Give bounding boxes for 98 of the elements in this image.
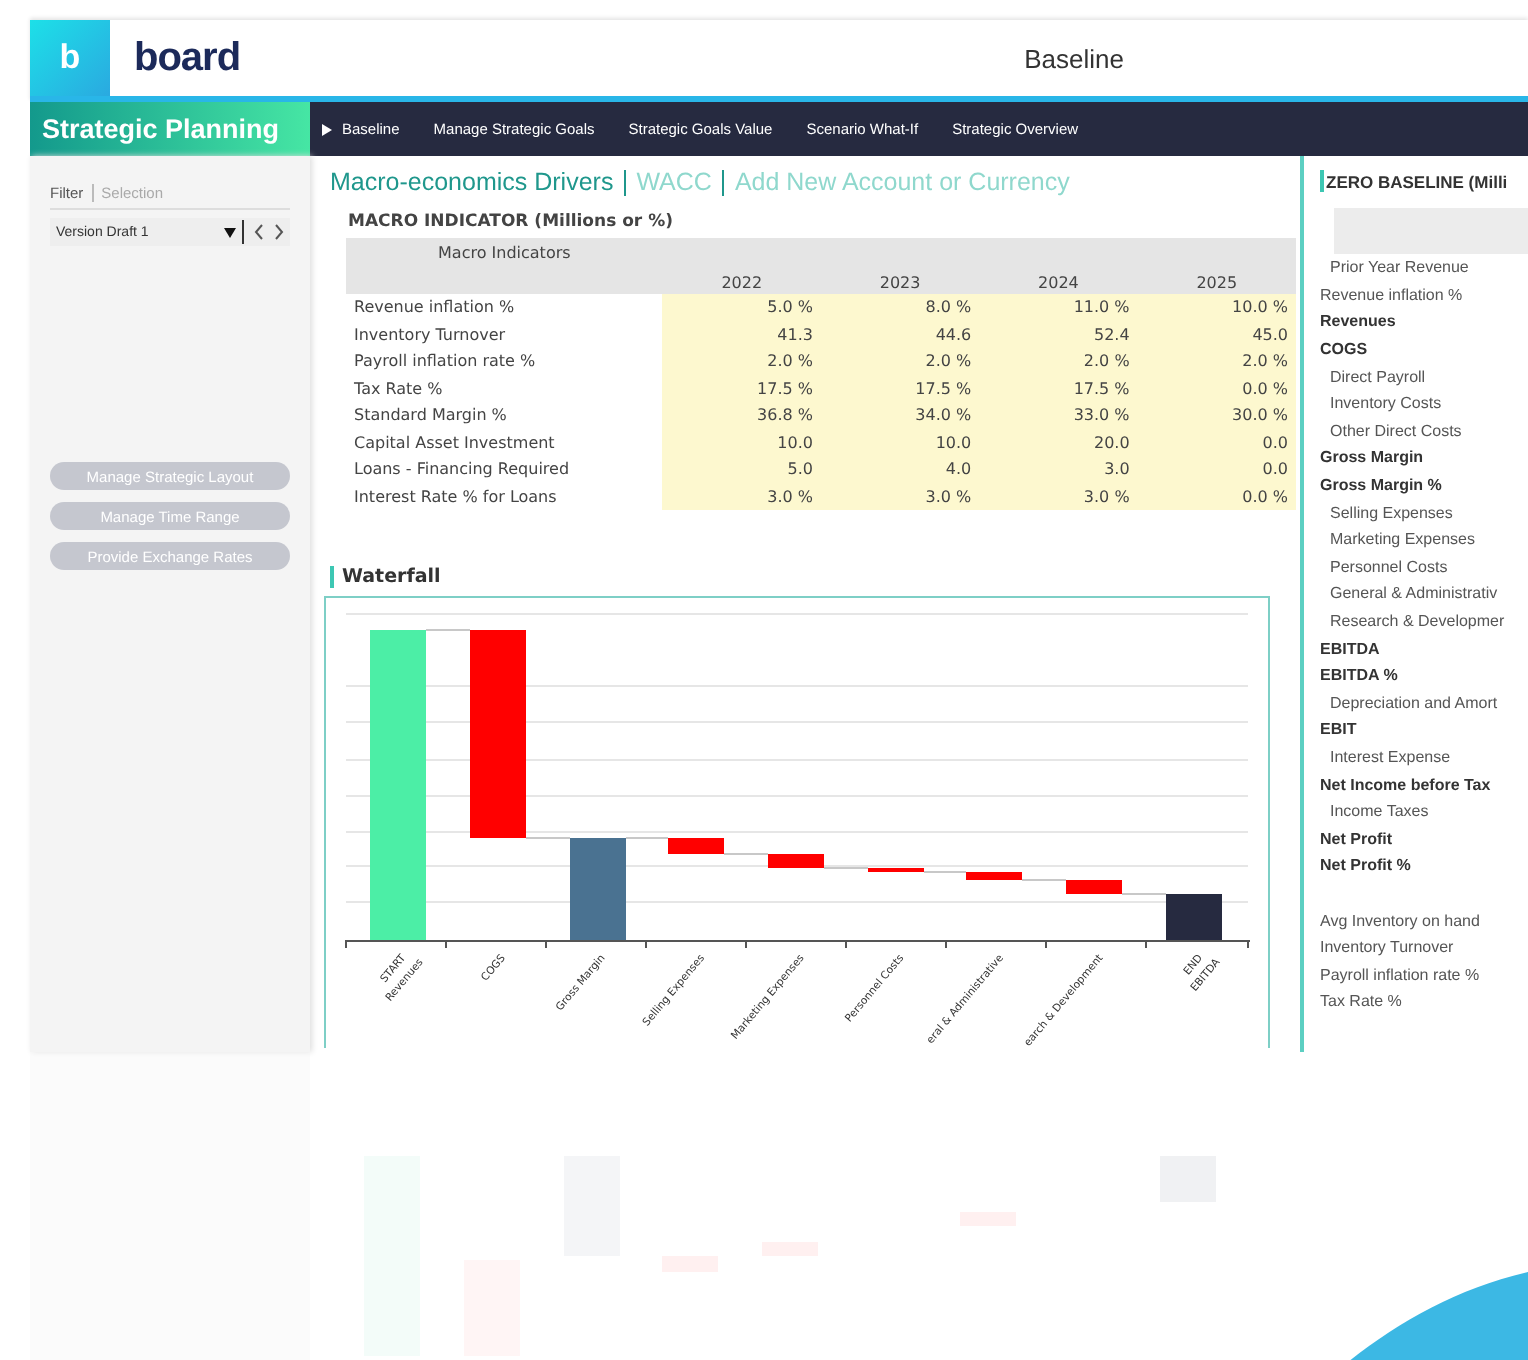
brand-logo: board xyxy=(134,35,241,81)
row-label: Payroll inflation rate % xyxy=(346,348,663,375)
caret-icon xyxy=(224,227,236,237)
value-cell[interactable]: 20.0 xyxy=(979,429,1138,456)
value-cell[interactable]: 2.0 % xyxy=(662,348,821,375)
row-label: Inventory Turnover xyxy=(346,321,663,348)
connector-line xyxy=(625,837,669,839)
value-cell[interactable]: 3.0 % xyxy=(979,483,1138,510)
value-cell[interactable]: 41.3 xyxy=(662,321,821,348)
row-label: EBIT xyxy=(1320,718,1359,743)
value-cell[interactable]: 52.4 xyxy=(979,321,1138,348)
row-label: Inventory Costs xyxy=(1328,392,1444,417)
chevron-left-icon[interactable] xyxy=(254,224,264,240)
value-cell[interactable]: 3.0 % xyxy=(820,483,980,510)
row-label: Net Income before Tax xyxy=(1320,773,1493,798)
row-label: Interest Expense xyxy=(1328,745,1453,770)
row-label: Tax Rate % xyxy=(346,375,663,402)
triangle-icon xyxy=(322,123,332,135)
waterfall-bar xyxy=(1166,894,1222,940)
value-cell[interactable]: 2.0 % xyxy=(979,348,1138,375)
row-label: Gross Margin xyxy=(1320,446,1426,471)
connector-line xyxy=(425,629,471,631)
row-label: EBITDA % xyxy=(1320,664,1400,689)
waterfall-bar xyxy=(966,872,1022,880)
row-label: Tax Rate % xyxy=(1320,990,1404,1015)
value-cell[interactable]: 17.5 % xyxy=(820,375,980,402)
value-cell[interactable]: 34.0 % xyxy=(820,402,980,429)
row-label: Interest Rate % for Loans xyxy=(346,483,663,510)
value-cell[interactable]: 44.6 xyxy=(820,321,980,348)
row-label: Prior Year Revenue xyxy=(1328,256,1471,281)
value-cell[interactable]: 0.0 % xyxy=(1137,375,1296,402)
value-cell[interactable]: 30.0 % xyxy=(1137,402,1296,429)
value-cell[interactable]: 5.0 % xyxy=(662,294,821,321)
waterfall-bar xyxy=(1066,880,1122,894)
value-cell[interactable]: 45.0 xyxy=(1137,321,1296,348)
chart-title: Waterfall xyxy=(342,566,441,588)
page-link[interactable]: Macro-economics Drivers xyxy=(330,168,614,196)
value-cell[interactable]: 0.0 xyxy=(1137,456,1296,483)
table-title: ZERO BASELINE (Milli xyxy=(1326,171,1508,191)
value-cell[interactable]: 8.0 % xyxy=(820,294,980,321)
value-cell[interactable]: 36.8 % xyxy=(662,402,821,429)
chevron-right-icon[interactable] xyxy=(274,224,284,240)
table-title: MACRO INDICATOR (Millions or %) xyxy=(348,212,675,232)
row-label: Income Taxes xyxy=(1328,800,1431,825)
value-cell[interactable]: 10.0 xyxy=(820,429,980,456)
row-label: Capital Asset Investment xyxy=(346,429,663,456)
connector-line xyxy=(1021,879,1067,881)
value-cell[interactable]: 17.5 % xyxy=(979,375,1138,402)
row-label: Net Profit xyxy=(1320,827,1394,852)
column-header: 2025 xyxy=(1137,238,1296,294)
connector-line xyxy=(823,867,869,869)
value-cell[interactable]: 3.0 % xyxy=(662,483,821,510)
value-cell[interactable]: 0.0 xyxy=(1137,429,1296,456)
row-label: Personnel Costs xyxy=(1328,555,1450,580)
app-name: Strategic Planning xyxy=(30,102,310,156)
waterfall-bar xyxy=(570,838,626,940)
waterfall-bar xyxy=(768,854,824,868)
row-label: Net Profit % xyxy=(1320,854,1413,879)
value-cell[interactable]: 5.0 xyxy=(662,456,821,483)
row-label: Payroll inflation rate % xyxy=(1320,963,1482,988)
page-title: Baseline xyxy=(1024,43,1124,73)
column-header: 2022 xyxy=(662,238,821,294)
row-label: Inventory Turnover xyxy=(1320,936,1456,961)
row-label: COGS xyxy=(1320,338,1370,363)
row-label: General & Administrativ xyxy=(1328,582,1500,607)
connector-line xyxy=(525,837,571,839)
value-cell[interactable]: 17.5 % xyxy=(662,375,821,402)
row-label: Research & Developmer xyxy=(1328,610,1507,635)
value-cell[interactable]: 11.0 % xyxy=(979,294,1138,321)
value-cell[interactable]: 3.0 xyxy=(979,456,1138,483)
row-label: Avg Inventory on hand xyxy=(1320,909,1482,934)
row-label: Selling Expenses xyxy=(1328,501,1455,526)
connector-line xyxy=(1121,893,1167,895)
value-cell[interactable]: 2.0 % xyxy=(820,348,980,375)
connector-line xyxy=(723,853,769,855)
connector-line xyxy=(923,871,967,873)
value-cell[interactable]: 4.0 xyxy=(820,456,980,483)
row-label: Loans - Financing Required xyxy=(346,456,663,483)
value-cell[interactable]: 0.0 % xyxy=(1137,483,1296,510)
column-header: Macro Indicators xyxy=(346,238,663,294)
value-cell[interactable]: 10.0 % xyxy=(1137,294,1296,321)
value-cell[interactable]: 10.0 xyxy=(662,429,821,456)
column-header: 2024 xyxy=(979,238,1138,294)
app-logo: b xyxy=(30,20,110,96)
value-cell[interactable]: 2.0 % xyxy=(1137,348,1296,375)
row-label: Revenues xyxy=(1320,310,1398,335)
row-label: Marketing Expenses xyxy=(1328,528,1477,553)
row-label: Standard Margin % xyxy=(346,402,663,429)
row-label: Direct Payroll xyxy=(1328,365,1428,390)
row-label: Revenue inflation % xyxy=(346,294,663,321)
row-label: Other Direct Costs xyxy=(1328,419,1464,444)
row-label: Revenue inflation % xyxy=(1320,283,1465,308)
column-header: 2023 xyxy=(820,238,980,294)
value-cell[interactable]: 33.0 % xyxy=(979,402,1138,429)
waterfall-bar xyxy=(668,838,724,854)
row-label: Depreciation and Amort xyxy=(1328,691,1500,716)
row-label: EBITDA xyxy=(1320,637,1382,662)
row-label: Gross Margin % xyxy=(1320,474,1444,499)
